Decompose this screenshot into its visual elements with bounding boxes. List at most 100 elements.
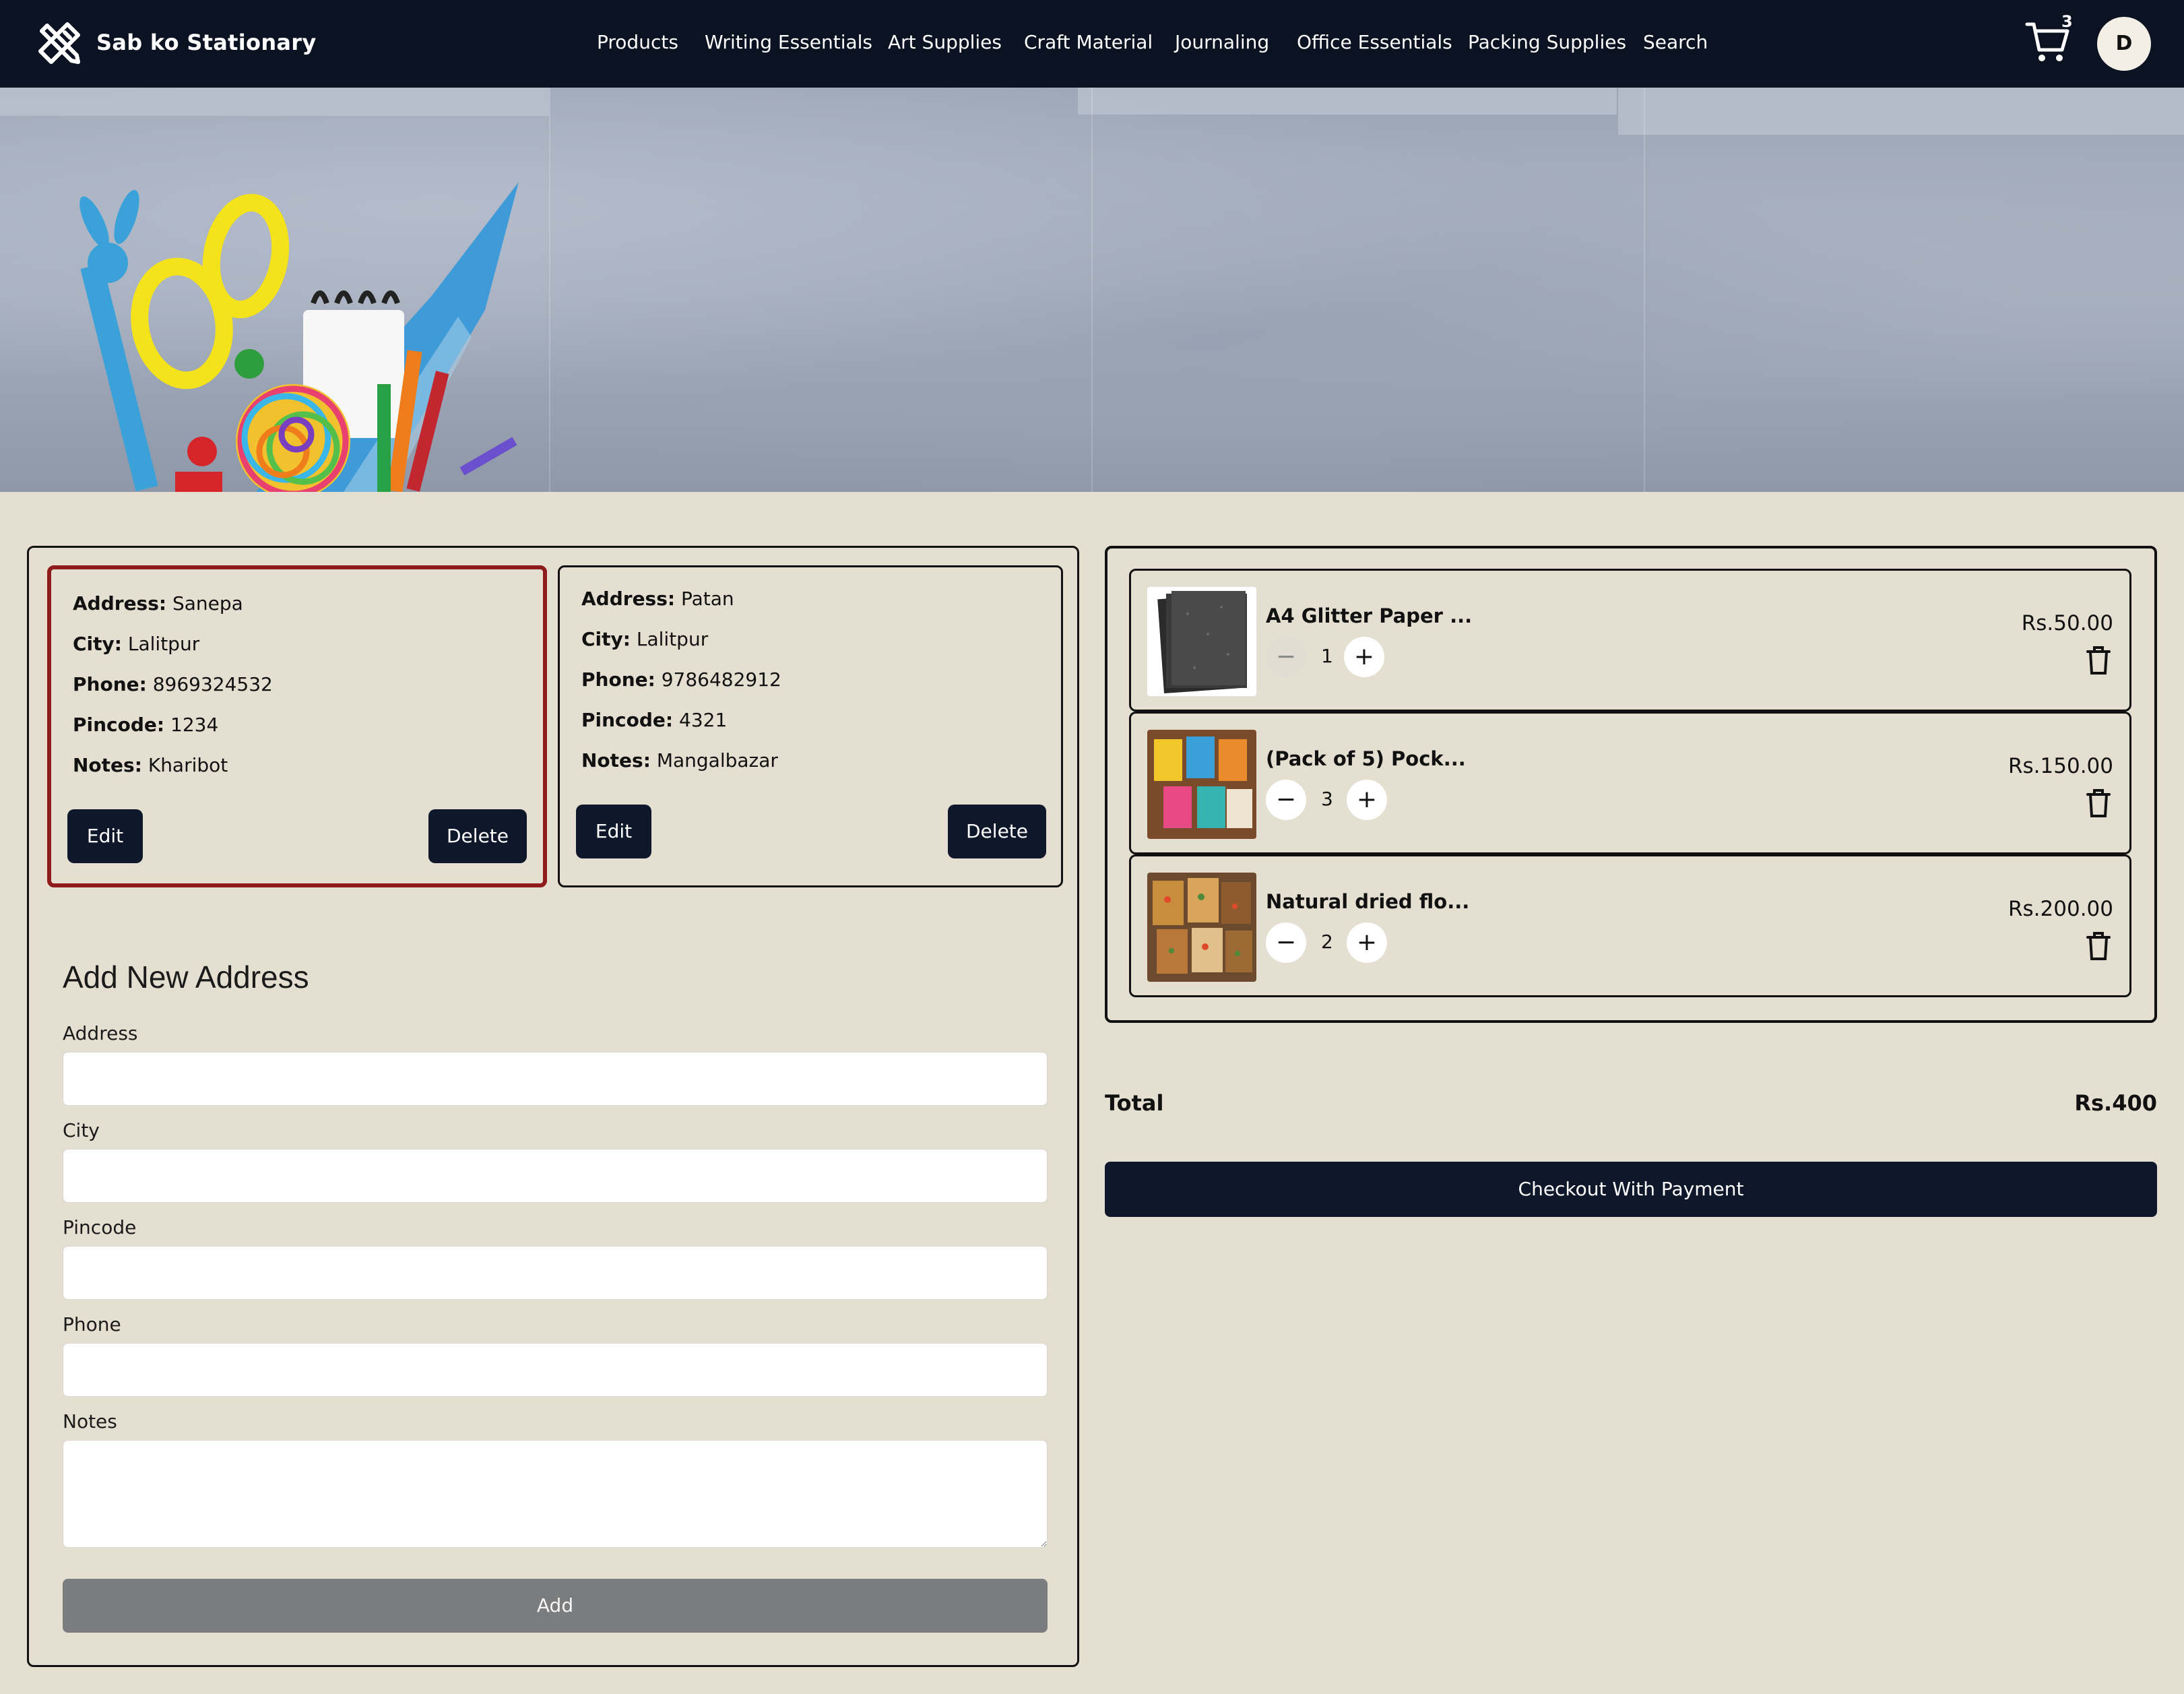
minus-icon: − [1275, 786, 1297, 813]
pincode-line: Pincode: 1234 [73, 714, 218, 736]
address-card[interactable]: Address: Patan City: Lalitpur Phone: 978… [558, 565, 1063, 887]
address-input[interactable] [63, 1052, 1048, 1106]
hero-banner [0, 88, 2184, 492]
pincode-value: 1234 [170, 714, 219, 736]
total-value: Rs.400 [2074, 1090, 2157, 1116]
plus-icon: + [1356, 786, 1378, 813]
item-price: Rs.150.00 [2008, 754, 2113, 778]
address-field-label: Address [63, 1022, 138, 1044]
city-field-label: City [63, 1119, 100, 1141]
hero-texture [0, 88, 549, 116]
phone-field-label: Phone [63, 1313, 121, 1336]
plus-icon: + [1353, 643, 1375, 670]
phone-line: Phone: 9786482912 [581, 668, 781, 691]
phone-value: 8969324532 [152, 673, 273, 695]
hero-seam [1091, 88, 1093, 492]
notes-textarea[interactable] [63, 1440, 1048, 1548]
nav-writing-essentials[interactable]: Writing Essentials [705, 31, 872, 53]
add-address-button[interactable]: Add [63, 1579, 1048, 1633]
hero-seam [1644, 88, 1645, 492]
product-thumbnail[interactable] [1147, 587, 1256, 696]
address-value: Sanepa [172, 592, 243, 615]
trash-icon[interactable] [2085, 788, 2112, 819]
decrease-qty-button[interactable]: − [1266, 637, 1306, 677]
address-value: Patan [681, 588, 734, 610]
city-value: Lalitpur [636, 628, 709, 650]
phone-input[interactable] [63, 1343, 1048, 1397]
edit-address-button[interactable]: Edit [67, 809, 143, 863]
user-avatar[interactable]: D [2097, 17, 2151, 71]
pincode-value: 4321 [679, 709, 728, 731]
quantity-value: 3 [1321, 788, 1333, 810]
pincode-line: Pincode: 4321 [581, 709, 727, 731]
address-card-selected[interactable]: Address: Sanepa City: Lalitpur Phone: 89… [47, 565, 547, 887]
city-label: City: [581, 628, 631, 650]
phone-value: 9786482912 [661, 668, 781, 691]
product-name[interactable]: A4 Glitter Paper ... [1266, 604, 1472, 627]
nav-journaling[interactable]: Journaling [1175, 31, 1269, 53]
cart-count-badge: 3 [2061, 12, 2073, 31]
nav-products[interactable]: Products [597, 31, 678, 53]
city-label: City: [73, 633, 122, 655]
add-address-heading: Add New Address [63, 960, 309, 995]
stationery-illustration [79, 182, 519, 492]
product-thumbnail[interactable] [1147, 730, 1256, 839]
nav-art-supplies[interactable]: Art Supplies [888, 31, 1002, 53]
cart-item: A4 Glitter Paper ... − 1 + Rs.50.00 [1129, 569, 2131, 712]
city-line: City: Lalitpur [73, 633, 199, 655]
phone-label: Phone: [581, 668, 655, 691]
city-input[interactable] [63, 1149, 1048, 1203]
checkout-button[interactable]: Checkout With Payment [1105, 1162, 2157, 1217]
item-price: Rs.50.00 [2021, 611, 2113, 635]
nav-search[interactable]: Search [1643, 31, 1708, 53]
notes-line: Notes: Mangalbazar [581, 749, 778, 772]
quantity-value: 2 [1321, 931, 1333, 953]
cart-item: Natural dried flo... − 2 + Rs.200.00 [1129, 854, 2131, 997]
hero-texture [1618, 88, 2184, 135]
increase-qty-button[interactable]: + [1347, 780, 1387, 820]
hero-seam [549, 88, 550, 492]
notes-label: Notes: [73, 754, 142, 776]
logo-icon[interactable] [32, 16, 86, 70]
decrease-qty-button[interactable]: − [1266, 780, 1306, 820]
pincode-input[interactable] [63, 1246, 1048, 1300]
increase-qty-button[interactable]: + [1344, 637, 1384, 677]
hero-texture [1078, 88, 1617, 115]
plus-icon: + [1356, 929, 1378, 956]
total-label: Total [1105, 1090, 1164, 1116]
phone-label: Phone: [73, 673, 147, 695]
item-price: Rs.200.00 [2008, 897, 2113, 921]
nav-office-essentials[interactable]: Office Essentials [1297, 31, 1452, 53]
delete-address-button[interactable]: Delete [948, 805, 1046, 858]
city-line: City: Lalitpur [581, 628, 708, 650]
city-value: Lalitpur [127, 633, 200, 655]
edit-address-button[interactable]: Edit [576, 805, 651, 858]
product-thumbnail[interactable] [1147, 873, 1256, 982]
pincode-label: Pincode: [73, 714, 165, 736]
pincode-label: Pincode: [581, 709, 674, 731]
address-line: Address: Patan [581, 588, 734, 610]
product-name[interactable]: (Pack of 5) Pock... [1266, 747, 1466, 770]
pincode-field-label: Pincode [63, 1216, 137, 1238]
increase-qty-button[interactable]: + [1347, 922, 1387, 963]
address-panel: Address: Sanepa City: Lalitpur Phone: 89… [27, 546, 1079, 1667]
trash-icon[interactable] [2085, 645, 2112, 676]
nav-craft-material[interactable]: Craft Material [1024, 31, 1153, 53]
brand-name[interactable]: Sab ko Stationary [96, 30, 317, 55]
cart-item: (Pack of 5) Pock... − 3 + Rs.150.00 [1129, 712, 2131, 854]
product-name[interactable]: Natural dried flo... [1266, 890, 1469, 913]
notes-field-label: Notes [63, 1410, 117, 1433]
minus-icon: − [1275, 929, 1297, 956]
top-navbar: Sab ko Stationary Products Writing Essen… [0, 0, 2184, 88]
address-label: Address: [581, 588, 676, 610]
quantity-value: 1 [1321, 645, 1333, 667]
trash-icon[interactable] [2085, 931, 2112, 962]
nav-packing-supplies[interactable]: Packing Supplies [1468, 31, 1626, 53]
notes-value: Mangalbazar [656, 749, 778, 772]
address-label: Address: [73, 592, 167, 615]
phone-line: Phone: 8969324532 [73, 673, 273, 695]
cart-panel: A4 Glitter Paper ... − 1 + Rs.50.00 (Pac… [1105, 546, 2157, 1023]
delete-address-button[interactable]: Delete [428, 809, 527, 863]
decrease-qty-button[interactable]: − [1266, 922, 1306, 963]
notes-line: Notes: Kharibot [73, 754, 228, 776]
